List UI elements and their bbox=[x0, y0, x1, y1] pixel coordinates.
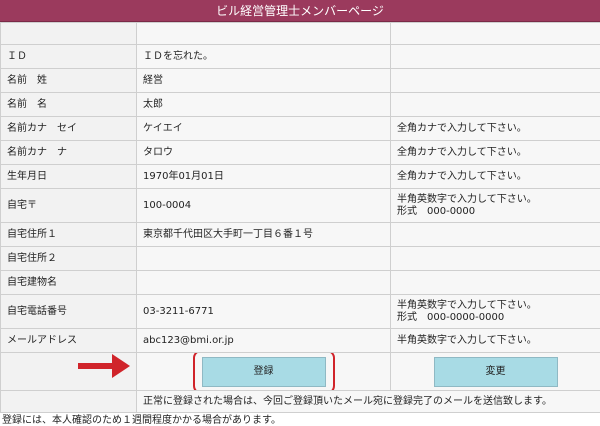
form-row-address-2: 自宅住所２ bbox=[0, 246, 600, 271]
building-field[interactable] bbox=[136, 270, 391, 295]
address-2-field[interactable] bbox=[136, 246, 391, 271]
red-arrow-icon bbox=[78, 354, 130, 378]
row-note bbox=[390, 270, 600, 295]
form-row-first-name: 名前 名 太郎 bbox=[0, 92, 600, 117]
row-note: 全角カナで入力して下さい。 bbox=[390, 164, 600, 189]
postal-code-field[interactable]: 100-0004 bbox=[136, 188, 391, 223]
email-field[interactable]: abc123@bmi.or.jp bbox=[136, 328, 391, 353]
row-label: 自宅住所１ bbox=[0, 222, 137, 247]
form-row-last-name-kana: 名前カナ セイ ケイエイ 全角カナで入力して下さい。 bbox=[0, 116, 600, 141]
first-name-kana-field[interactable]: タロウ bbox=[136, 140, 391, 165]
row-note bbox=[390, 22, 600, 45]
form-row-birthdate: 生年月日 1970年01月01日 全角カナで入力して下さい。 bbox=[0, 164, 600, 189]
page-header: ビル経営管理士メンバーページ bbox=[0, 0, 600, 22]
highlight-ring bbox=[192, 353, 335, 390]
note-line: 半角英数字で入力して下さい。 bbox=[397, 193, 537, 205]
forgot-id-link[interactable]: ＩＤを忘れた。 bbox=[136, 44, 391, 69]
row-note bbox=[390, 92, 600, 117]
row-note bbox=[390, 44, 600, 69]
note-line: 半角英数字で入力して下さい。 bbox=[397, 299, 537, 311]
notice-spacer bbox=[0, 390, 137, 413]
row-label: 名前 名 bbox=[0, 92, 137, 117]
row-note: 半角英数字で入力して下さい。 bbox=[390, 328, 600, 353]
note-format: 形式 000-0000 bbox=[397, 205, 476, 217]
form-row-blank bbox=[0, 22, 600, 45]
row-note bbox=[390, 246, 600, 271]
last-name-kana-field[interactable]: ケイエイ bbox=[136, 116, 391, 141]
form-row-notice: 正常に登録された場合は、今回ご登録頂いたメール宛に登録完了のメールを送信致します… bbox=[0, 390, 600, 413]
row-note bbox=[390, 68, 600, 93]
row-note: 全角カナで入力して下さい。 bbox=[390, 140, 600, 165]
page-title: ビル経営管理士メンバーページ bbox=[216, 4, 384, 18]
register-cell: 登録 bbox=[136, 352, 391, 391]
last-name-field[interactable]: 経営 bbox=[136, 68, 391, 93]
form-row-id: ＩＤ ＩＤを忘れた。 bbox=[0, 44, 600, 69]
row-label: 名前 姓 bbox=[0, 68, 137, 93]
address-1-field[interactable]: 東京都千代田区大手町一丁目６番１号 bbox=[136, 222, 391, 247]
row-label: 名前カナ ナ bbox=[0, 140, 137, 165]
change-button[interactable]: 変更 bbox=[433, 356, 558, 387]
row-label: 名前カナ セイ bbox=[0, 116, 137, 141]
registration-notice: 正常に登録された場合は、今回ご登録頂いたメール宛に登録完了のメールを送信致します… bbox=[136, 390, 600, 413]
row-label bbox=[0, 22, 137, 45]
form-row-address-1: 自宅住所１ 東京都千代田区大手町一丁目６番１号 bbox=[0, 222, 600, 247]
form-row-first-name-kana: 名前カナ ナ タロウ 全角カナで入力して下さい。 bbox=[0, 140, 600, 165]
row-label: 生年月日 bbox=[0, 164, 137, 189]
row-label: 自宅〒 bbox=[0, 188, 137, 223]
form-row-phone: 自宅電話番号 03-3211-6771 半角英数字で入力して下さい。 形式 00… bbox=[0, 294, 600, 329]
phone-field[interactable]: 03-3211-6771 bbox=[136, 294, 391, 329]
row-note: 全角カナで入力して下さい。 bbox=[390, 116, 600, 141]
row-note: 半角英数字で入力して下さい。 形式 000-0000-0000 bbox=[390, 294, 600, 329]
form-row-email: メールアドレス abc123@bmi.or.jp 半角英数字で入力して下さい。 bbox=[0, 328, 600, 353]
birthdate-field[interactable]: 1970年01月01日 bbox=[136, 164, 391, 189]
row-label: メールアドレス bbox=[0, 328, 137, 353]
form-row-last-name: 名前 姓 経営 bbox=[0, 68, 600, 93]
form-row-postal-code: 自宅〒 100-0004 半角英数字で入力して下さい。 形式 000-0000 bbox=[0, 188, 600, 223]
row-value bbox=[136, 22, 391, 45]
row-note: 半角英数字で入力して下さい。 形式 000-0000 bbox=[390, 188, 600, 223]
footer-note: 登録には、本人確認のため１週間程度かかる場合があります。 bbox=[2, 415, 281, 426]
row-label: 自宅電話番号 bbox=[0, 294, 137, 329]
form-row-building: 自宅建物名 bbox=[0, 270, 600, 295]
row-label: 自宅建物名 bbox=[0, 270, 137, 295]
change-cell: 変更 bbox=[390, 352, 600, 391]
note-format: 形式 000-0000-0000 bbox=[397, 311, 505, 323]
register-wrap: 登録 bbox=[192, 353, 335, 390]
row-label: 自宅住所２ bbox=[0, 246, 137, 271]
row-label: ＩＤ bbox=[0, 44, 137, 69]
row-note bbox=[390, 222, 600, 247]
first-name-field[interactable]: 太郎 bbox=[136, 92, 391, 117]
